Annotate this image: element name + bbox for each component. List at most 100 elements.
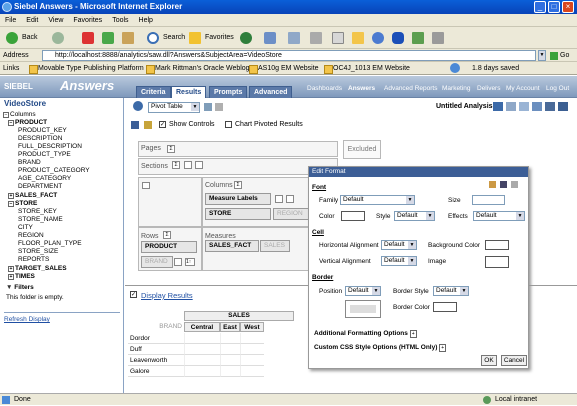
nav-log-out[interactable]: Log Out — [546, 84, 576, 94]
size-input[interactable] — [472, 195, 505, 205]
tab-advanced[interactable]: Advanced — [249, 86, 293, 98]
nav-dashboards[interactable]: Dashboards — [307, 84, 342, 94]
format-view-icon[interactable] — [215, 103, 223, 111]
chart-pivoted-checkbox[interactable] — [225, 121, 232, 128]
excluded-dropzone[interactable]: Excluded — [343, 140, 381, 159]
menu-edit[interactable]: Edit — [21, 14, 43, 27]
home-button[interactable] — [120, 30, 137, 46]
stop-button[interactable] — [80, 30, 97, 46]
forward-button[interactable] — [50, 30, 67, 46]
halign-select[interactable]: Default — [381, 240, 417, 250]
pages-sum-icon[interactable]: Σ — [167, 145, 175, 153]
ok-button[interactable]: OK — [481, 355, 497, 366]
column-item[interactable]: FULL_DESCRIPTION — [18, 143, 82, 151]
effects-select[interactable]: Default — [473, 211, 525, 221]
columns-sum-icon[interactable]: Σ — [234, 181, 242, 189]
history-button[interactable] — [262, 30, 279, 46]
nav-my-account[interactable]: My Account — [506, 84, 540, 94]
image-picker[interactable] — [485, 256, 509, 268]
position-select[interactable]: Default — [345, 286, 381, 296]
pivot-settings-icon[interactable] — [131, 121, 139, 129]
messenger-button[interactable] — [370, 30, 387, 46]
view-options-icon[interactable] — [204, 103, 212, 111]
brand-row-item[interactable]: BRAND — [141, 256, 173, 268]
column-item[interactable]: PRODUCT_CATEGORY — [18, 167, 90, 175]
nav-marketing[interactable]: Marketing — [442, 84, 471, 94]
mail-button[interactable] — [286, 30, 303, 46]
column-item[interactable]: DEPARTMENT — [18, 183, 62, 191]
edit-icon[interactable] — [144, 121, 152, 129]
back-button[interactable]: Back — [4, 30, 41, 46]
family-select[interactable]: Default — [340, 195, 415, 205]
refresh-display-link[interactable]: Refresh Display — [4, 312, 120, 324]
section-props-icon[interactable] — [184, 161, 192, 169]
section-format-icon[interactable] — [195, 161, 203, 169]
clear-format-icon[interactable] — [489, 181, 496, 188]
address-input[interactable]: http://localhost:8888/analytics/saw.dll?… — [42, 50, 536, 61]
search-button[interactable]: Search — [145, 30, 188, 46]
measure-labels-props-icon[interactable] — [275, 195, 283, 203]
column-item[interactable]: BRAND — [18, 159, 41, 167]
corner-icon[interactable] — [142, 182, 150, 189]
print-icon[interactable] — [545, 102, 555, 111]
menu-help[interactable]: Help — [134, 14, 158, 27]
column-item[interactable]: CITY — [18, 224, 33, 232]
minimize-button[interactable]: _ — [534, 1, 546, 13]
rows-sum-icon[interactable]: Σ — [163, 231, 171, 239]
tab-results[interactable]: Results — [171, 86, 207, 98]
column-item[interactable]: FLOOR_PLAN_TYPE — [18, 240, 82, 248]
link-rittman-weblog[interactable]: Mark Rittman's Oracle Weblog — [145, 62, 250, 75]
product-row-item[interactable]: PRODUCT — [141, 241, 197, 253]
columns-node[interactable]: − Columns — [3, 111, 36, 119]
border-preview[interactable] — [345, 300, 381, 318]
display-results-link[interactable]: Display Results — [141, 291, 193, 300]
address-dropdown[interactable]: ▼ — [538, 50, 546, 61]
link-movable-type[interactable]: Movable Type Publishing Platform — [28, 62, 144, 75]
folder-sales-fact[interactable]: + SALES_FACT — [8, 192, 57, 200]
sum-icon[interactable]: Σ — [172, 161, 180, 169]
show-controls-checkbox[interactable]: ✓ — [159, 121, 166, 128]
copy-format-icon[interactable] — [500, 181, 507, 188]
folder-button[interactable] — [350, 30, 367, 46]
edit-button[interactable] — [330, 30, 347, 46]
link-oc4j-em[interactable]: OC4J_1013 EM Website — [323, 62, 410, 75]
tab-prompts[interactable]: Prompts — [209, 86, 248, 98]
column-item[interactable]: PRODUCT_KEY — [18, 127, 67, 135]
nav-advanced-reports[interactable]: Advanced Reports — [384, 84, 437, 94]
measure-labels-format-icon[interactable] — [286, 195, 294, 203]
go-button[interactable]: Go — [550, 50, 569, 61]
save-icon[interactable] — [493, 102, 503, 111]
menu-tools[interactable]: Tools — [107, 14, 133, 27]
print-button[interactable] — [308, 30, 325, 46]
help-icon[interactable] — [558, 102, 568, 111]
cancel-button[interactable]: Cancel — [501, 355, 527, 366]
nav-answers[interactable]: Answers — [348, 84, 375, 94]
column-item[interactable]: STORE_KEY — [18, 208, 57, 216]
measure-labels-item[interactable]: Measure Labels — [205, 193, 271, 205]
sales-fact-item[interactable]: SALES_FACT — [205, 240, 259, 252]
link-as10g-em[interactable]: AS10g EM Website — [248, 62, 319, 75]
brand-props-icon[interactable] — [174, 258, 182, 266]
menu-view[interactable]: View — [43, 14, 68, 27]
download-icon[interactable] — [519, 102, 529, 111]
print-report-icon[interactable] — [506, 102, 516, 111]
paste-format-icon[interactable] — [511, 181, 518, 188]
additional-formatting-toggle[interactable]: Additional Formatting Options + — [314, 330, 417, 338]
brand-format-icon[interactable]: 1↑ — [185, 258, 195, 266]
column-item[interactable]: REGION — [18, 232, 44, 240]
valign-select[interactable]: Default — [381, 256, 417, 266]
column-item[interactable]: STORE_SIZE — [18, 248, 58, 256]
maximize-button[interactable]: □ — [548, 1, 560, 13]
research-button[interactable] — [410, 30, 427, 46]
column-item[interactable]: DESCRIPTION — [18, 135, 62, 143]
folder-target-sales[interactable]: + TARGET_SALES — [8, 265, 67, 273]
favorites-button[interactable]: Favorites — [187, 30, 237, 46]
column-item[interactable]: STORE_NAME — [18, 216, 63, 224]
close-button[interactable]: × — [562, 1, 574, 13]
font-color-swatch[interactable] — [341, 211, 365, 221]
column-item[interactable]: AGE_CATEGORY — [18, 175, 71, 183]
column-item[interactable]: REPORTS — [18, 256, 49, 264]
bgcolor-swatch[interactable] — [485, 240, 509, 250]
view-type-select[interactable]: Pivot Table — [148, 102, 200, 113]
refresh-results-icon[interactable] — [532, 102, 542, 111]
